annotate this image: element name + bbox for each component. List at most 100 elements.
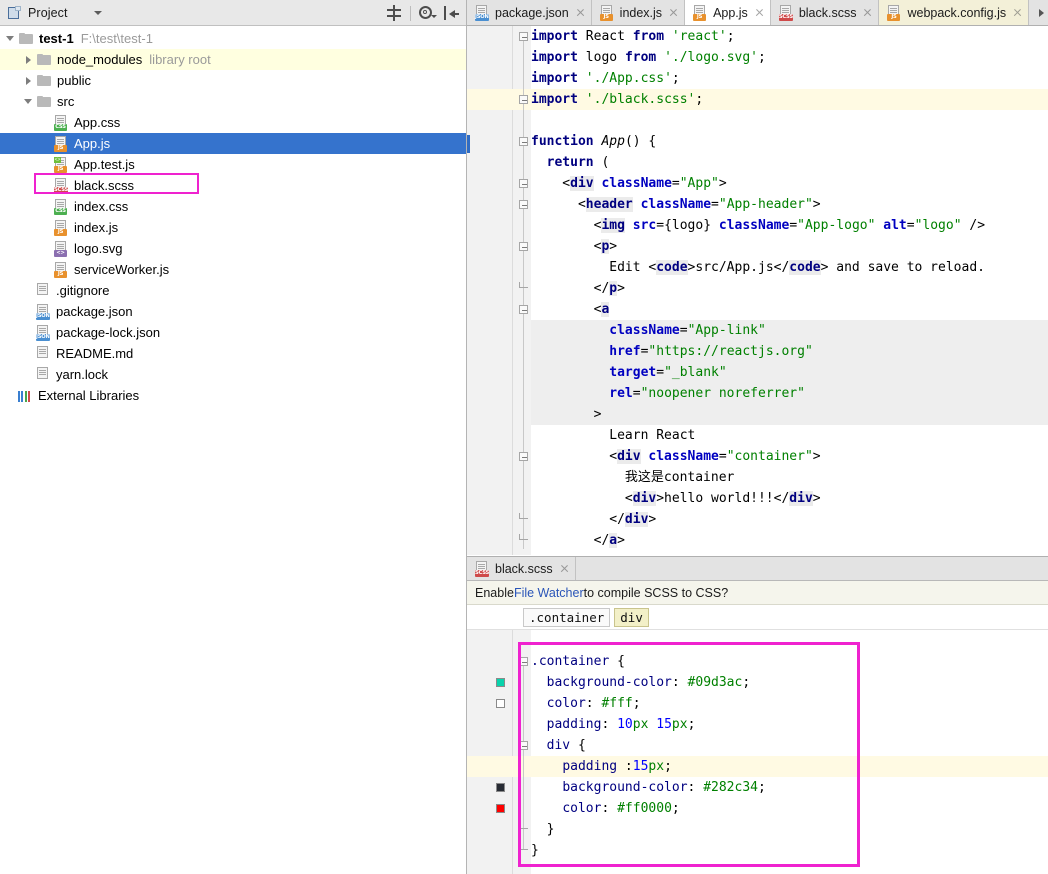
tab-overflow-button[interactable] bbox=[1034, 0, 1048, 25]
code-line[interactable]: padding :15px; bbox=[531, 756, 1048, 777]
tab-black-scss[interactable]: SCSS black.scss bbox=[770, 0, 880, 25]
breadcrumb[interactable]: .container div bbox=[467, 605, 1048, 630]
code-fold-toggle[interactable] bbox=[519, 282, 528, 288]
code-line[interactable]: } bbox=[531, 840, 1048, 861]
code-line[interactable]: className="App-link" bbox=[531, 320, 1048, 341]
code-line[interactable]: 我这是container bbox=[531, 467, 1048, 488]
tab-package-json[interactable]: JSON package.json bbox=[467, 0, 592, 25]
code-line[interactable]: <a bbox=[531, 299, 1048, 320]
color-swatch-gutter-icon[interactable] bbox=[496, 678, 505, 687]
tab-app-js[interactable]: JS App.js bbox=[685, 0, 771, 25]
code-line[interactable]: color: #ff0000; bbox=[531, 798, 1048, 819]
scss-fold-gutter[interactable] bbox=[513, 630, 531, 874]
tree-item-logo-svg[interactable]: <> logo.svg bbox=[0, 238, 466, 259]
tree-item-app-js[interactable]: JS App.js bbox=[0, 133, 466, 154]
tab-webpack-config-js[interactable]: JS webpack.config.js bbox=[879, 0, 1030, 25]
code-fold-toggle[interactable] bbox=[519, 534, 528, 540]
close-icon[interactable] bbox=[668, 7, 679, 18]
close-icon[interactable] bbox=[575, 7, 586, 18]
code-line[interactable]: function App() { bbox=[531, 131, 1048, 152]
editor-tab-bar[interactable]: JSON package.json JS index.js JS App.js SCSS bl… bbox=[467, 0, 1048, 26]
scss-code-fold-toggle[interactable] bbox=[519, 657, 528, 666]
code-line[interactable]: .container { bbox=[531, 651, 1048, 672]
chevron-down-icon[interactable] bbox=[93, 10, 102, 15]
tree-item-public[interactable]: public bbox=[0, 70, 466, 91]
tree-item-index-js[interactable]: JS index.js bbox=[0, 217, 466, 238]
code-line[interactable]: > bbox=[531, 404, 1048, 425]
code-line[interactable]: </p> bbox=[531, 278, 1048, 299]
code-line[interactable]: Learn React bbox=[531, 425, 1048, 446]
chevron-down-icon[interactable] bbox=[4, 32, 17, 45]
collapse-all-icon[interactable] bbox=[383, 2, 405, 24]
close-icon[interactable] bbox=[559, 563, 570, 574]
breadcrumb-item[interactable]: div bbox=[614, 607, 649, 627]
code-line[interactable]: <div>hello world!!!</div> bbox=[531, 488, 1048, 509]
tree-item-test-1[interactable]: test-1 F:\test\test-1 bbox=[0, 28, 466, 49]
code-fold-toggle[interactable] bbox=[519, 452, 528, 461]
code-line[interactable]: <header className="App-header"> bbox=[531, 194, 1048, 215]
tree-item-yarn-lock[interactable]: yarn.lock bbox=[0, 364, 466, 385]
black-scss-editor[interactable]: .container { background-color: #09d3ac; … bbox=[467, 630, 1048, 874]
tree-item-index-css[interactable]: CSS index.css bbox=[0, 196, 466, 217]
code-line[interactable]: import React from 'react'; bbox=[531, 26, 1048, 47]
code-fold-toggle[interactable] bbox=[519, 200, 528, 209]
tree-item-app-test-js[interactable]: <> JS App.test.js bbox=[0, 154, 466, 175]
code-line[interactable] bbox=[531, 110, 1048, 131]
code-fold-toggle[interactable] bbox=[519, 137, 528, 146]
color-swatch-gutter-icon[interactable] bbox=[496, 699, 505, 708]
code-line[interactable]: <p> bbox=[531, 236, 1048, 257]
color-swatch-gutter-icon[interactable] bbox=[496, 783, 505, 792]
code-line[interactable]: rel="noopener noreferrer" bbox=[531, 383, 1048, 404]
close-icon[interactable] bbox=[1012, 7, 1023, 18]
code-line[interactable]: import './black.scss'; bbox=[531, 89, 1048, 110]
scss-editor-gutter[interactable] bbox=[467, 630, 513, 874]
code-line[interactable]: return ( bbox=[531, 152, 1048, 173]
tree-item-readme-md[interactable]: README.md bbox=[0, 343, 466, 364]
code-fold-toggle[interactable] bbox=[519, 32, 528, 41]
code-line[interactable]: <div className="App"> bbox=[531, 173, 1048, 194]
tree-item-src[interactable]: src bbox=[0, 91, 466, 112]
bottom-tab-black-scss[interactable]: SCSS black.scss bbox=[467, 557, 576, 580]
app-js-editor[interactable]: import React from 'react'; import logo fr… bbox=[467, 26, 1048, 555]
code-line[interactable]: href="https://reactjs.org" bbox=[531, 341, 1048, 362]
close-icon[interactable] bbox=[754, 7, 765, 18]
scss-code-fold-toggle[interactable] bbox=[519, 741, 528, 750]
tree-item-app-css[interactable]: CSS App.css bbox=[0, 112, 466, 133]
chevron-down-icon[interactable] bbox=[22, 95, 35, 108]
code-line[interactable]: } bbox=[531, 819, 1048, 840]
breadcrumb-item[interactable]: .container bbox=[523, 607, 611, 627]
tree-item-package-json[interactable]: JSON package.json bbox=[0, 301, 466, 322]
close-icon[interactable] bbox=[862, 7, 873, 18]
code-line[interactable]: Edit <code>src/App.js</code> and save to… bbox=[531, 257, 1048, 278]
scss-code-fold-toggle[interactable] bbox=[519, 844, 528, 850]
code-line[interactable]: <img src={logo} className="App-logo" alt… bbox=[531, 215, 1048, 236]
code-fold-toggle[interactable] bbox=[519, 242, 528, 251]
project-file-tree[interactable]: test-1 F:\test\test-1 node_modules library … bbox=[0, 26, 466, 406]
code-line[interactable]: </a> bbox=[531, 530, 1048, 551]
code-line[interactable]: padding: 10px 15px; bbox=[531, 714, 1048, 735]
code-fold-toggle[interactable] bbox=[519, 95, 528, 104]
hide-panel-icon[interactable] bbox=[440, 2, 462, 24]
code-fold-toggle[interactable] bbox=[519, 513, 528, 519]
bottom-editor-tab-bar[interactable]: SCSS black.scss bbox=[467, 557, 1048, 581]
color-swatch-gutter-icon[interactable] bbox=[496, 804, 505, 813]
code-line[interactable]: color: #fff; bbox=[531, 693, 1048, 714]
code-fold-toggle[interactable] bbox=[519, 179, 528, 188]
chevron-right-icon[interactable] bbox=[22, 74, 35, 87]
code-fold-toggle[interactable] bbox=[519, 305, 528, 314]
tree-item-external-libraries[interactable]: External Libraries bbox=[0, 385, 466, 406]
code-line[interactable]: target="_blank" bbox=[531, 362, 1048, 383]
code-line[interactable]: <div className="container"> bbox=[531, 446, 1048, 467]
tree-item-gitignore[interactable]: .gitignore bbox=[0, 280, 466, 301]
tree-item-package-lock-json[interactable]: JSON package-lock.json bbox=[0, 322, 466, 343]
scss-code-fold-toggle[interactable] bbox=[519, 823, 528, 829]
tree-item-black-scss[interactable]: SCSS black.scss bbox=[0, 175, 466, 196]
code-line[interactable]: background-color: #09d3ac; bbox=[531, 672, 1048, 693]
code-line[interactable]: background-color: #282c34; bbox=[531, 777, 1048, 798]
code-line[interactable] bbox=[531, 630, 1048, 651]
code-line[interactable]: </div> bbox=[531, 509, 1048, 530]
tree-item-serviceworker-js[interactable]: JS serviceWorker.js bbox=[0, 259, 466, 280]
code-line[interactable]: import './App.css'; bbox=[531, 68, 1048, 89]
gear-icon[interactable] bbox=[416, 2, 438, 24]
chevron-right-icon[interactable] bbox=[22, 53, 35, 66]
